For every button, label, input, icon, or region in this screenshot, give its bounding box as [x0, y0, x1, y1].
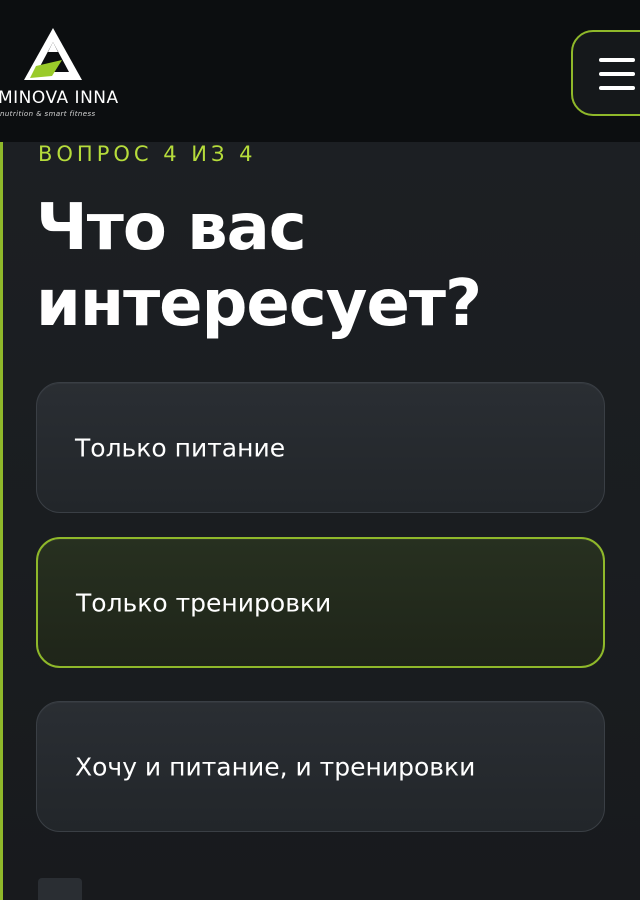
brand-tagline: nutrition & smart fitness [0, 110, 96, 118]
next-control-partial[interactable] [38, 878, 82, 900]
option-nutrition-and-training[interactable]: Хочу и питание, и тренировки [36, 701, 605, 832]
menu-button[interactable] [571, 30, 640, 116]
brand-name: MINOVA INNA [0, 88, 119, 108]
option-label: Только тренировки [76, 588, 332, 617]
site-header: MINOVA INNA nutrition & smart fitness [0, 0, 640, 142]
option-label: Только питание [75, 433, 286, 462]
option-training-only[interactable]: Только тренировки [36, 537, 605, 668]
option-label: Хочу и питание, и тренировки [75, 752, 476, 781]
quiz-page: MINOVA INNA nutrition & smart fitness ВО… [0, 0, 640, 900]
hamburger-menu-icon-bar [599, 86, 635, 90]
hamburger-menu-icon-bar [599, 72, 635, 76]
hamburger-menu-icon [599, 58, 635, 62]
triangle-a-logo-icon [24, 28, 82, 80]
option-nutrition-only[interactable]: Только питание [36, 382, 605, 513]
accent-frame-line [0, 140, 3, 900]
brand-logo[interactable]: MINOVA INNA nutrition & smart fitness [0, 22, 130, 122]
quiz-step-counter: ВОПРОС 4 ИЗ 4 [38, 142, 257, 166]
page-title: Что вас интересует? [36, 191, 482, 341]
